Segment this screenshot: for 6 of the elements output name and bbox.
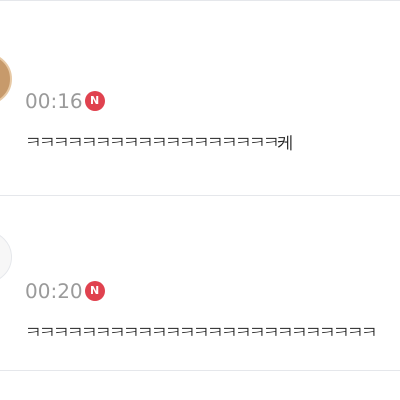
comment-text: ㅋㅋㅋㅋㅋㅋㅋㅋㅋㅋㅋㅋㅋㅋㅋㅋㅋㅋ케 bbox=[25, 132, 291, 155]
comment-text: ㅋㅋㅋㅋㅋㅋㅋㅋㅋㅋㅋㅋㅋㅋㅋㅋㅋㅋㅋㅋㅋㅋㅋㅋㅋ bbox=[25, 322, 375, 345]
new-badge: N bbox=[84, 91, 105, 111]
comment-time: 00:16 bbox=[25, 91, 83, 111]
comment-time: 00:20 bbox=[25, 281, 83, 301]
new-badge: N bbox=[84, 281, 105, 301]
